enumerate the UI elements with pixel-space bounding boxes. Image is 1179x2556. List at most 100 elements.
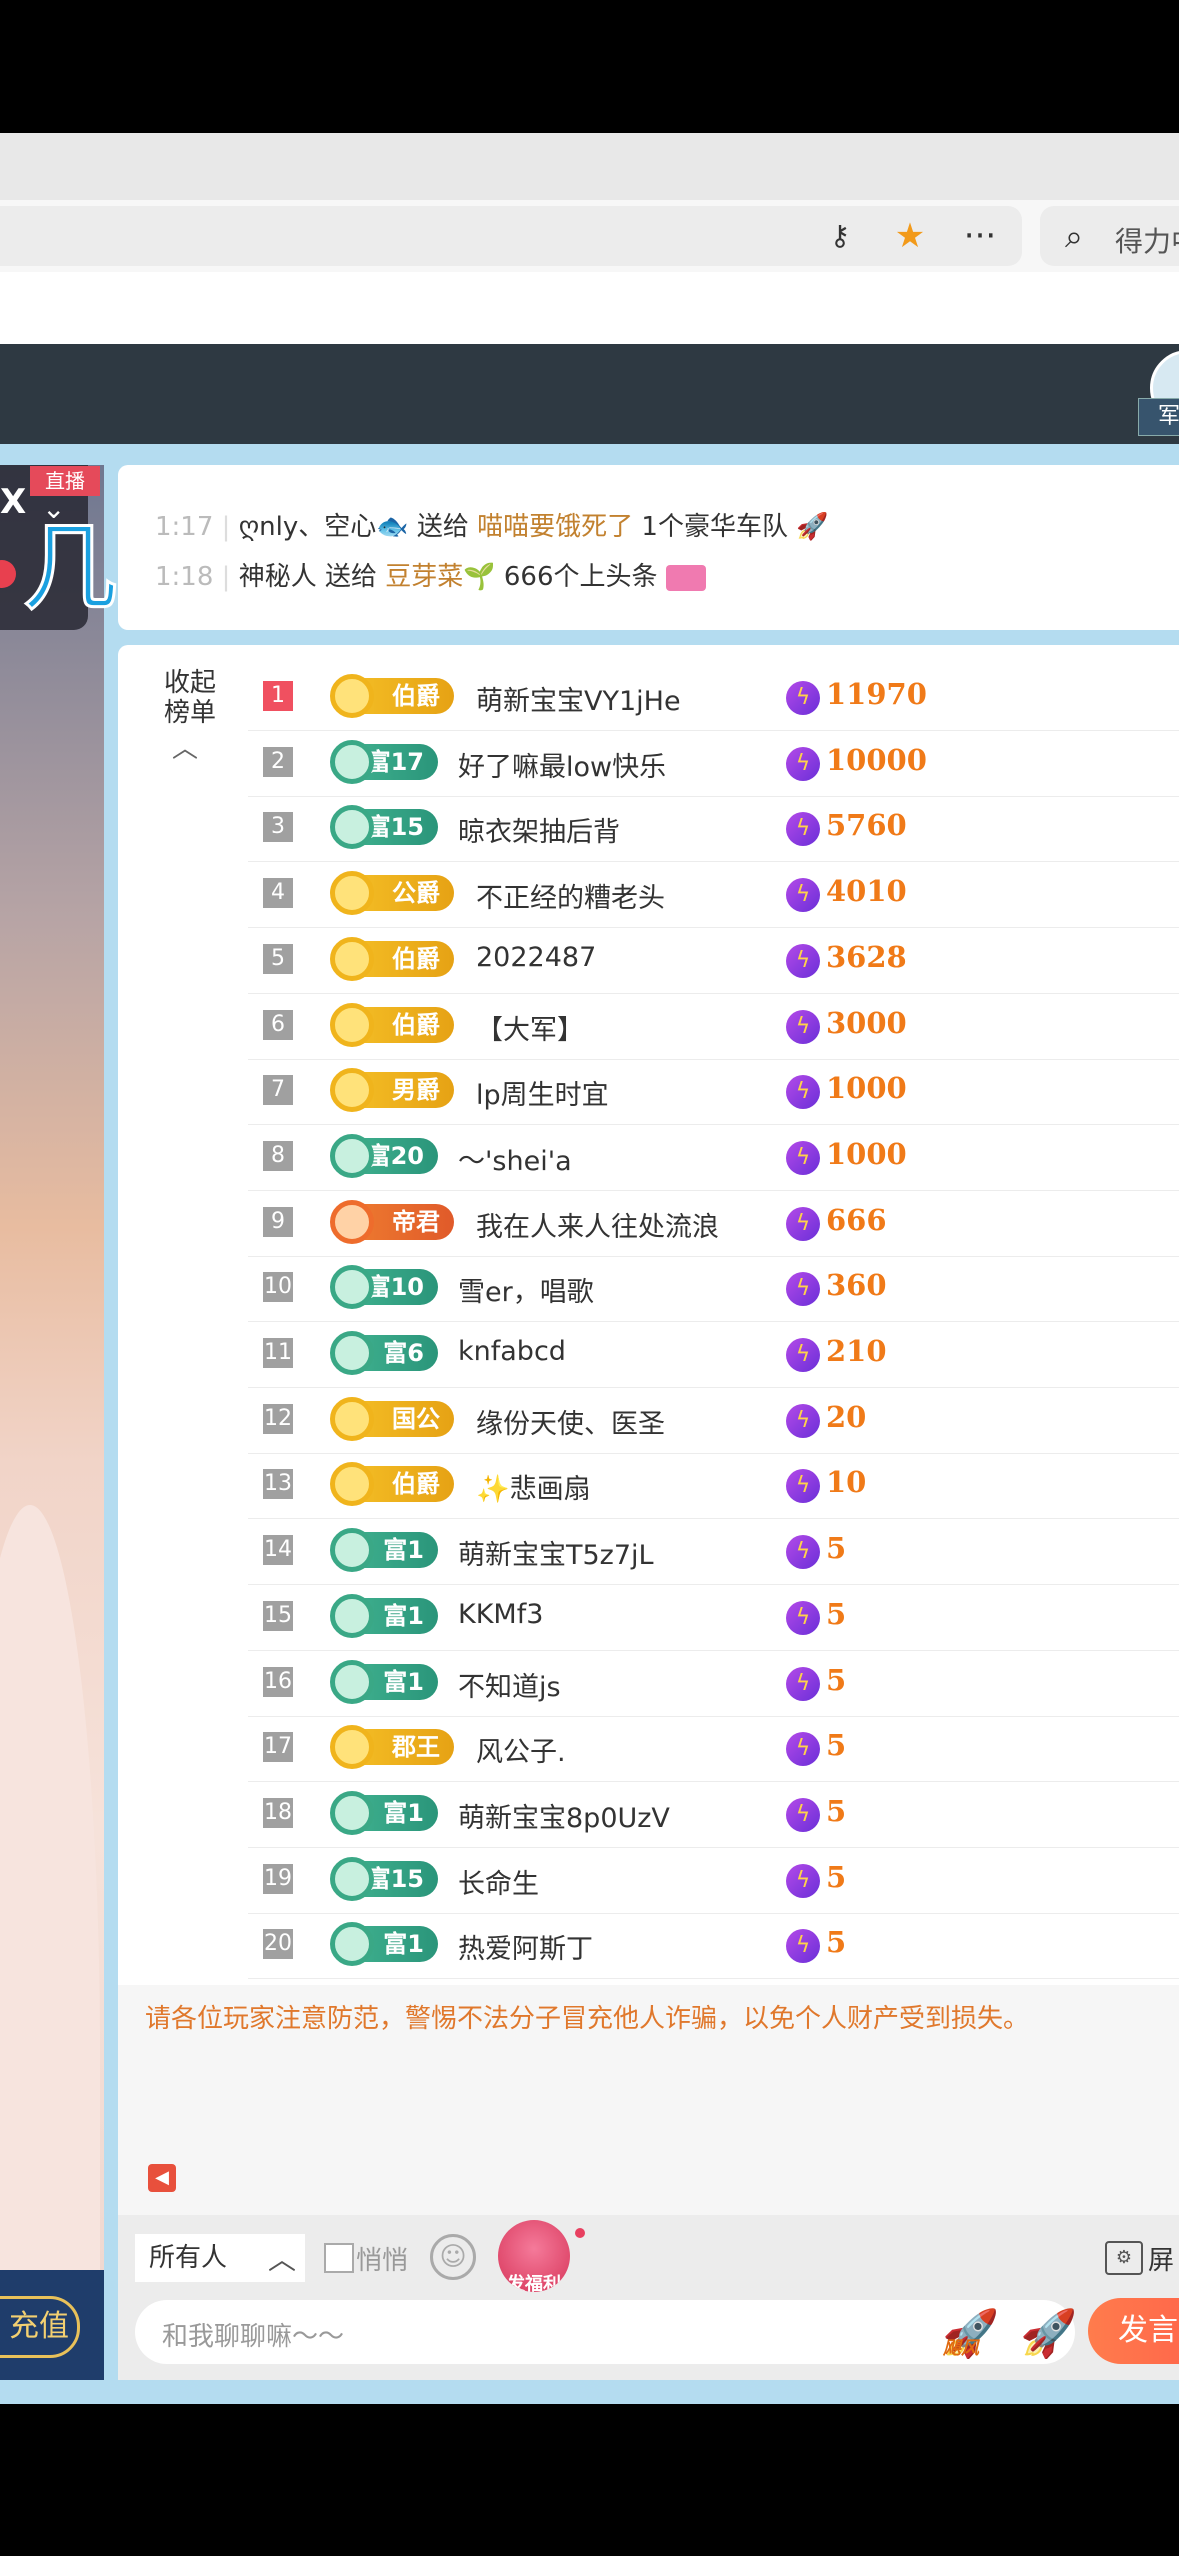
lightning-icon: ϟ <box>786 878 820 913</box>
level-badge: 伯爵 <box>330 936 454 981</box>
fuli-button[interactable]: 发福利 <box>498 2220 570 2292</box>
contribution-score: 5 <box>826 1859 847 1894</box>
feed-time: 1:17 <box>155 512 214 542</box>
ranking-row[interactable]: 19 富15 长命生 ϟ 5 <box>248 1848 1179 1914</box>
ranking-row[interactable]: 14 富1 萌新宝宝T5z7jL ϟ 5 <box>248 1519 1179 1586</box>
browser-search-text[interactable]: 得力中 <box>1115 220 1179 260</box>
lightning-icon: ϟ <box>786 1863 820 1898</box>
chevron-up-icon[interactable]: ︿ <box>172 728 198 765</box>
rank-number: 6 <box>263 1009 293 1040</box>
emoji-icon[interactable]: ☺ <box>430 2234 476 2280</box>
user-name[interactable]: KKMf3 <box>458 1599 543 1630</box>
feed-receiver[interactable]: 豆芽菜🌱 <box>385 562 495 592</box>
screen-settings-icon[interactable]: ⚙ <box>1105 2241 1143 2275</box>
ranking-row[interactable]: 2 富17 好了嘛最low快乐 ϟ 10000 <box>248 731 1179 797</box>
ranking-row[interactable]: 9 帝君 我在人来人往处流浪 ϟ 666 <box>248 1191 1179 1257</box>
badge-label: 富1 <box>383 1798 424 1827</box>
ranking-row[interactable]: 5 伯爵 2022487 ϟ 3628 <box>248 928 1179 994</box>
collapse-label: 榜单 <box>163 698 216 728</box>
star-icon[interactable]: ★ <box>888 214 932 258</box>
recharge-button[interactable]: 充值 <box>0 2296 80 2358</box>
search-icon[interactable]: ⌕ <box>1052 214 1096 258</box>
ranking-row[interactable]: 7 男爵 lp周生时宜 ϟ 1000 <box>248 1059 1179 1126</box>
level-badge: 富6 <box>330 1331 438 1375</box>
user-name[interactable]: ～'shei'a <box>458 1139 572 1178</box>
badge-emblem-icon <box>330 1593 374 1638</box>
badge-emblem-icon <box>330 739 374 784</box>
feed-sender[interactable]: ღnly、空心🐟 <box>239 512 409 542</box>
level-badge: 富1 <box>330 1790 438 1835</box>
contribution-score: 11970 <box>826 677 927 711</box>
user-name[interactable]: 【大军】 <box>476 1008 584 1047</box>
user-name[interactable]: 我在人来人往处流浪 <box>476 1205 719 1244</box>
badge-label: 国公 <box>392 1404 440 1433</box>
user-name[interactable]: 好了嘛最low快乐 <box>458 745 666 784</box>
lightning-icon: ϟ <box>786 1009 820 1044</box>
gift-feed <box>118 465 1179 630</box>
chat-placeholder[interactable]: 和我聊聊嘛～～ <box>162 2316 344 2353</box>
ranking-row[interactable]: 13 伯爵 ✨悲画扇 ϟ 10 <box>248 1453 1179 1520</box>
ranking-row[interactable]: 11 富6 knfabcd ϟ 210 <box>248 1322 1179 1388</box>
user-name[interactable]: knfabcd <box>458 1336 566 1367</box>
user-name[interactable]: 萌新宝宝T5z7jL <box>458 1533 654 1572</box>
user-name[interactable]: 热爱阿斯丁 <box>458 1927 593 1966</box>
address-bar[interactable] <box>0 206 1022 266</box>
rank-number: 3 <box>263 812 293 843</box>
user-name[interactable]: ✨悲画扇 <box>476 1467 591 1506</box>
headline-gift-icon <box>665 564 706 591</box>
horn-icon[interactable]: ◀ <box>148 2164 176 2192</box>
user-name[interactable]: 长命生 <box>458 1862 539 1901</box>
chevron-up-icon[interactable]: ︿ <box>268 2238 296 2278</box>
notification-dot <box>575 2228 585 2238</box>
ranking-row[interactable]: 3 富15 晾衣架抽后背 ϟ 5760 <box>248 796 1179 863</box>
ranking-row[interactable]: 8 富20 ～'shei'a ϟ 1000 <box>248 1125 1179 1191</box>
ranking-row[interactable]: 15 富1 KKMf3 ϟ 5 <box>248 1585 1179 1651</box>
rank-number: 16 <box>263 1666 293 1697</box>
live-video[interactable] <box>0 465 104 2280</box>
level-badge: 富1 <box>330 1922 438 1967</box>
send-button[interactable]: 发言 <box>1088 2298 1179 2364</box>
feed-sender[interactable]: 神秘人 <box>239 562 317 592</box>
badge-label: 富17 <box>366 747 424 776</box>
ranking-row[interactable]: 12 国公 缘份天使、医圣 ϟ 20 <box>248 1388 1179 1454</box>
rank-number: 8 <box>263 1140 293 1171</box>
rocket-label: 飓风 <box>943 2338 979 2359</box>
user-name[interactable]: 2022487 <box>476 942 596 973</box>
level-badge: 富1 <box>330 1593 438 1638</box>
whisper-checkbox[interactable] <box>324 2243 354 2273</box>
rank-number: 13 <box>263 1469 293 1500</box>
level-badge: 富20 <box>330 1133 438 1178</box>
lightning-icon: ϟ <box>786 1272 820 1307</box>
key-icon[interactable]: ⚷ <box>818 214 862 258</box>
user-name[interactable]: 风公子. <box>476 1730 566 1769</box>
ranking-row[interactable]: 4 公爵 不正经的糟老头 ϟ 4010 <box>248 862 1179 929</box>
ranking-row[interactable]: 10 富10 雪er，唱歌 ϟ 360 <box>248 1256 1179 1323</box>
ranking-row[interactable]: 6 伯爵 【大军】 ϟ 3000 <box>248 994 1179 1060</box>
user-name[interactable]: 缘份天使、医圣 <box>476 1402 665 1441</box>
lightning-icon: ϟ <box>786 681 820 715</box>
user-name[interactable]: 不知道js <box>458 1665 561 1704</box>
rocket-icon[interactable]: 🚀 <box>1020 2304 1078 2362</box>
more-icon[interactable]: ··· <box>958 214 1002 258</box>
ranking-row[interactable]: 20 富1 热爱阿斯丁 ϟ 5 <box>248 1913 1179 1980</box>
ranking-row[interactable]: 1 伯爵 萌新宝宝VY1jHe ϟ 11970 <box>248 665 1179 731</box>
ranking-row[interactable]: 16 富1 不知道js ϟ 5 <box>248 1651 1179 1717</box>
feed-receiver[interactable]: 喵喵要饿死了 <box>477 512 633 542</box>
ranking-row[interactable]: 18 富1 萌新宝宝8p0UzV ϟ 5 <box>248 1782 1179 1848</box>
ranking-row[interactable]: 17 郡王 风公子. ϟ 5 <box>248 1716 1179 1783</box>
user-name[interactable]: 不正经的糟老头 <box>476 876 665 915</box>
screen-settings-label[interactable]: 屏 <box>1148 2240 1174 2277</box>
badge-emblem-icon <box>330 1528 374 1573</box>
user-name[interactable]: 雪er，唱歌 <box>458 1270 594 1309</box>
contribution-score: 5 <box>826 1531 847 1566</box>
collapse-ranking-button[interactable]: 收起 榜单 <box>150 668 230 728</box>
bookmark-bar <box>0 272 1179 344</box>
badge-label: 富10 <box>366 1273 424 1302</box>
badge-label: 富1 <box>383 1930 424 1959</box>
user-name[interactable]: 萌新宝宝8p0UzV <box>458 1796 670 1835</box>
level-badge: 富1 <box>330 1528 438 1573</box>
badge-emblem-icon <box>330 1133 374 1178</box>
user-name[interactable]: 晾衣架抽后背 <box>458 810 620 849</box>
user-name[interactable]: 萌新宝宝VY1jHe <box>476 679 681 718</box>
user-name[interactable]: lp周生时宜 <box>476 1073 609 1112</box>
